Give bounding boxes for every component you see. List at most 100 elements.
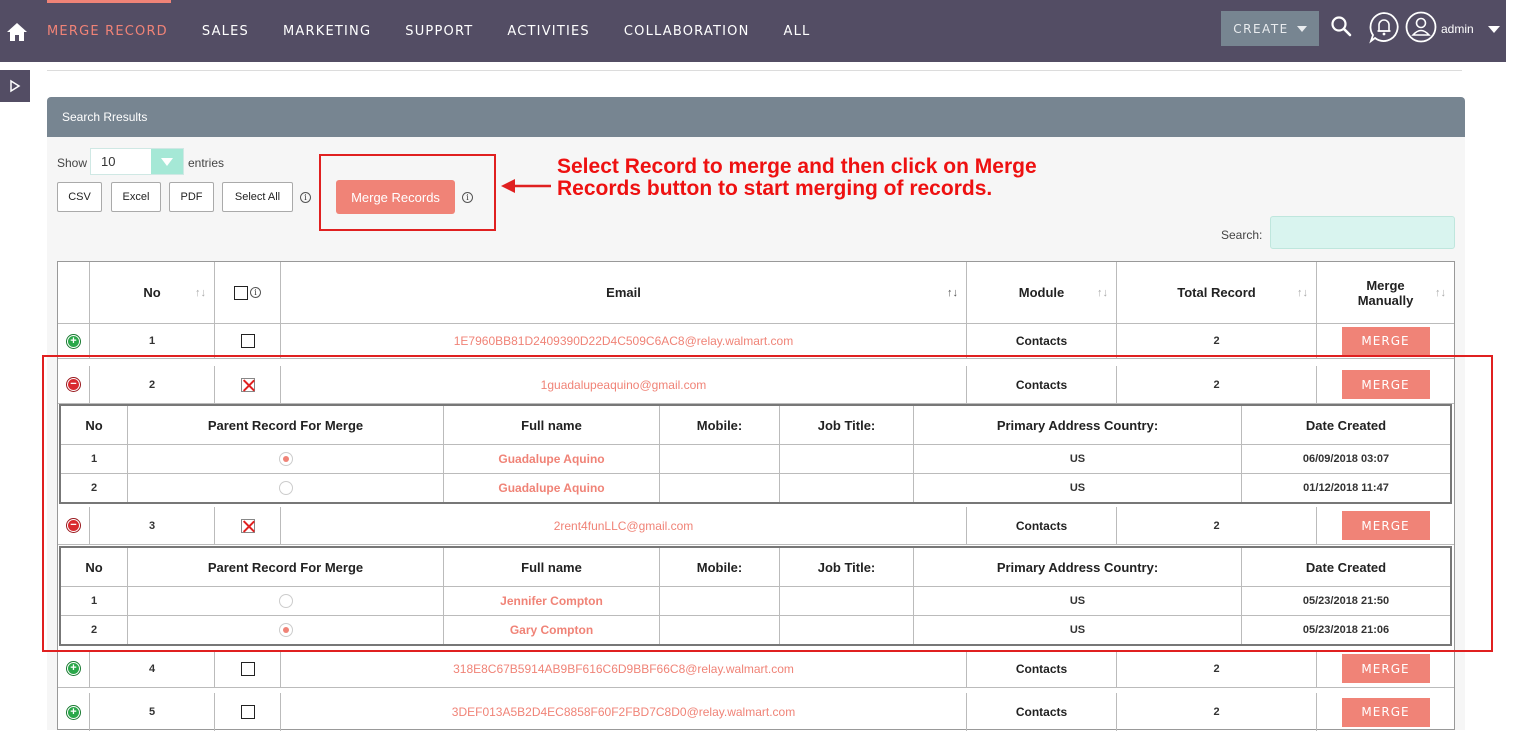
detail-header-no: No: [85, 559, 103, 575]
entries-select[interactable]: 10: [90, 148, 184, 175]
parent-record-radio[interactable]: [278, 594, 293, 608]
nav-merge-record[interactable]: MERGE RECORD: [47, 0, 171, 62]
merge-cell: MERGE: [1316, 507, 1454, 544]
checkbox-cell: [214, 650, 280, 687]
annotation-text: Select Record to merge and then click on…: [557, 156, 1157, 200]
select-info-icon[interactable]: i: [250, 287, 261, 298]
row-checkbox-checked[interactable]: [240, 518, 255, 533]
header-merge-label: Merge Manually: [1357, 277, 1414, 308]
detail-fullname[interactable]: Jennifer Compton: [443, 587, 659, 615]
search-input[interactable]: [1270, 216, 1455, 249]
parent-record-radio-selected[interactable]: [278, 623, 293, 637]
parent-radio-cell: [127, 445, 443, 473]
merge-cell: MERGE: [1316, 693, 1454, 731]
nav-marketing[interactable]: MARKETING: [283, 0, 371, 62]
table-row: + 1 1E7960BB81D2409390D22D4C509C6AC8@rel…: [58, 324, 1454, 359]
detail-fullname[interactable]: Gary Compton: [443, 616, 659, 644]
email-link[interactable]: 2rent4funLLC@gmail.com: [554, 519, 694, 533]
detail-country: US: [913, 445, 1241, 473]
row-checkbox-checked[interactable]: [240, 377, 255, 392]
header-divider: [47, 70, 1462, 71]
merge-button[interactable]: MERGE: [1341, 654, 1430, 683]
home-icon[interactable]: [6, 22, 28, 42]
nav-support[interactable]: SUPPORT: [405, 0, 473, 62]
merge-button[interactable]: MERGE: [1341, 697, 1430, 727]
merge-button[interactable]: MERGE: [1341, 326, 1430, 356]
detail-header-row: No Parent Record For Merge Full name Mob…: [61, 406, 1450, 445]
nav-all[interactable]: ALL: [784, 0, 811, 62]
header-email-label: Email: [606, 285, 641, 300]
select-all-checkbox[interactable]: [234, 285, 248, 300]
merge-button[interactable]: MERGE: [1341, 511, 1430, 540]
row-checkbox[interactable]: [240, 334, 255, 348]
parent-record-radio-selected[interactable]: [278, 452, 293, 466]
create-button[interactable]: CREATE: [1221, 11, 1319, 46]
expand-plus-icon[interactable]: +: [67, 705, 80, 719]
csv-button[interactable]: CSV: [57, 182, 102, 212]
email-link[interactable]: 318E8C67B5914AB9BF616C6D9BBF66C8@relay.w…: [453, 662, 794, 676]
expand-cell: +: [58, 693, 89, 731]
pdf-button[interactable]: PDF: [169, 182, 214, 212]
sidebar-toggle-button[interactable]: [0, 70, 30, 102]
detail-fullname[interactable]: Guadalupe Aquino: [443, 445, 659, 473]
module-cell: Contacts: [966, 693, 1116, 731]
sort-icon: ↑↓: [1097, 286, 1108, 299]
email-cell: 1guadalupeaquino@gmail.com: [280, 366, 966, 403]
entries-dropdown-icon[interactable]: [151, 149, 183, 174]
detail-header-fullname: Full name: [443, 406, 659, 444]
email-link[interactable]: 3DEF013A5B2D4EC8858F60F2FBD7C8D0@relay.w…: [452, 705, 795, 719]
annotation-arrow-icon: [501, 179, 551, 193]
email-link[interactable]: 1E7960BB81D2409390D22D4C509C6AC8@relay.w…: [454, 334, 793, 348]
user-menu-caret-icon[interactable]: [1488, 26, 1500, 33]
user-avatar-icon[interactable]: [1404, 10, 1438, 44]
row-checkbox[interactable]: [240, 705, 255, 719]
merge-cell: MERGE: [1316, 650, 1454, 687]
expand-plus-icon[interactable]: +: [67, 662, 80, 675]
header-total-record[interactable]: Total Record ↑↓: [1116, 262, 1316, 323]
parent-record-radio[interactable]: [278, 481, 293, 495]
email-link[interactable]: 1guadalupeaquino@gmail.com: [541, 378, 707, 392]
row-number: 5: [89, 693, 214, 731]
notification-bell-icon[interactable]: [1367, 10, 1401, 44]
module-cell: Contacts: [966, 507, 1116, 544]
select-all-button[interactable]: Select All: [222, 182, 293, 212]
row-checkbox[interactable]: [240, 661, 255, 676]
excel-button[interactable]: Excel: [111, 182, 161, 212]
detail-row: 1 Jennifer Compton US 05/23/2018 21:50: [61, 587, 1450, 616]
email-cell: 1E7960BB81D2409390D22D4C509C6AC8@relay.w…: [280, 324, 966, 358]
nav-collaboration[interactable]: COLLABORATION: [624, 0, 750, 62]
checkbox-cell: [214, 324, 280, 358]
search-icon[interactable]: [1330, 15, 1352, 37]
table-row: + 5 3DEF013A5B2D4EC8858F60F2FBD7C8D0@rel…: [58, 693, 1454, 731]
user-name[interactable]: admin: [1441, 22, 1474, 36]
total-record-cell: 2: [1116, 650, 1316, 687]
header-merge-manually[interactable]: Merge Manually ↑↓: [1316, 262, 1454, 323]
header-module-label: Module: [1018, 285, 1065, 300]
detail-header-country: Primary Address Country:: [913, 548, 1241, 586]
expand-plus-icon[interactable]: +: [67, 334, 80, 348]
detail-no: 1: [90, 595, 98, 607]
nav-activities[interactable]: ACTIVITIES: [507, 0, 589, 62]
collapse-minus-icon[interactable]: −: [67, 378, 80, 391]
detail-job: [779, 474, 913, 502]
caret-down-icon: [1296, 25, 1307, 32]
detail-country: US: [913, 587, 1241, 615]
parent-radio-cell: [127, 474, 443, 502]
detail-fullname[interactable]: Guadalupe Aquino: [443, 474, 659, 502]
detail-header-country: Primary Address Country:: [913, 406, 1241, 444]
panel-header: Search Rresults: [47, 97, 1465, 137]
header-module[interactable]: Module ↑↓: [966, 262, 1116, 323]
panel-title: Search Rresults: [62, 110, 148, 124]
total-record-cell: 2: [1116, 507, 1316, 544]
detail-header-parent: Parent Record For Merge: [127, 548, 443, 586]
header-email[interactable]: Email ↑↓: [280, 262, 966, 323]
collapse-minus-icon[interactable]: −: [67, 519, 80, 532]
checkbox-cell: [214, 507, 280, 544]
select-all-info-icon[interactable]: i: [300, 192, 311, 203]
nav-sales[interactable]: SALES: [202, 0, 249, 62]
header-no[interactable]: No ↑↓: [89, 262, 214, 323]
email-cell: 318E8C67B5914AB9BF616C6D9BBF66C8@relay.w…: [280, 650, 966, 687]
merge-button[interactable]: MERGE: [1341, 370, 1430, 399]
row-number: 4: [89, 650, 214, 687]
detail-date: 01/12/2018 11:47: [1241, 474, 1450, 502]
